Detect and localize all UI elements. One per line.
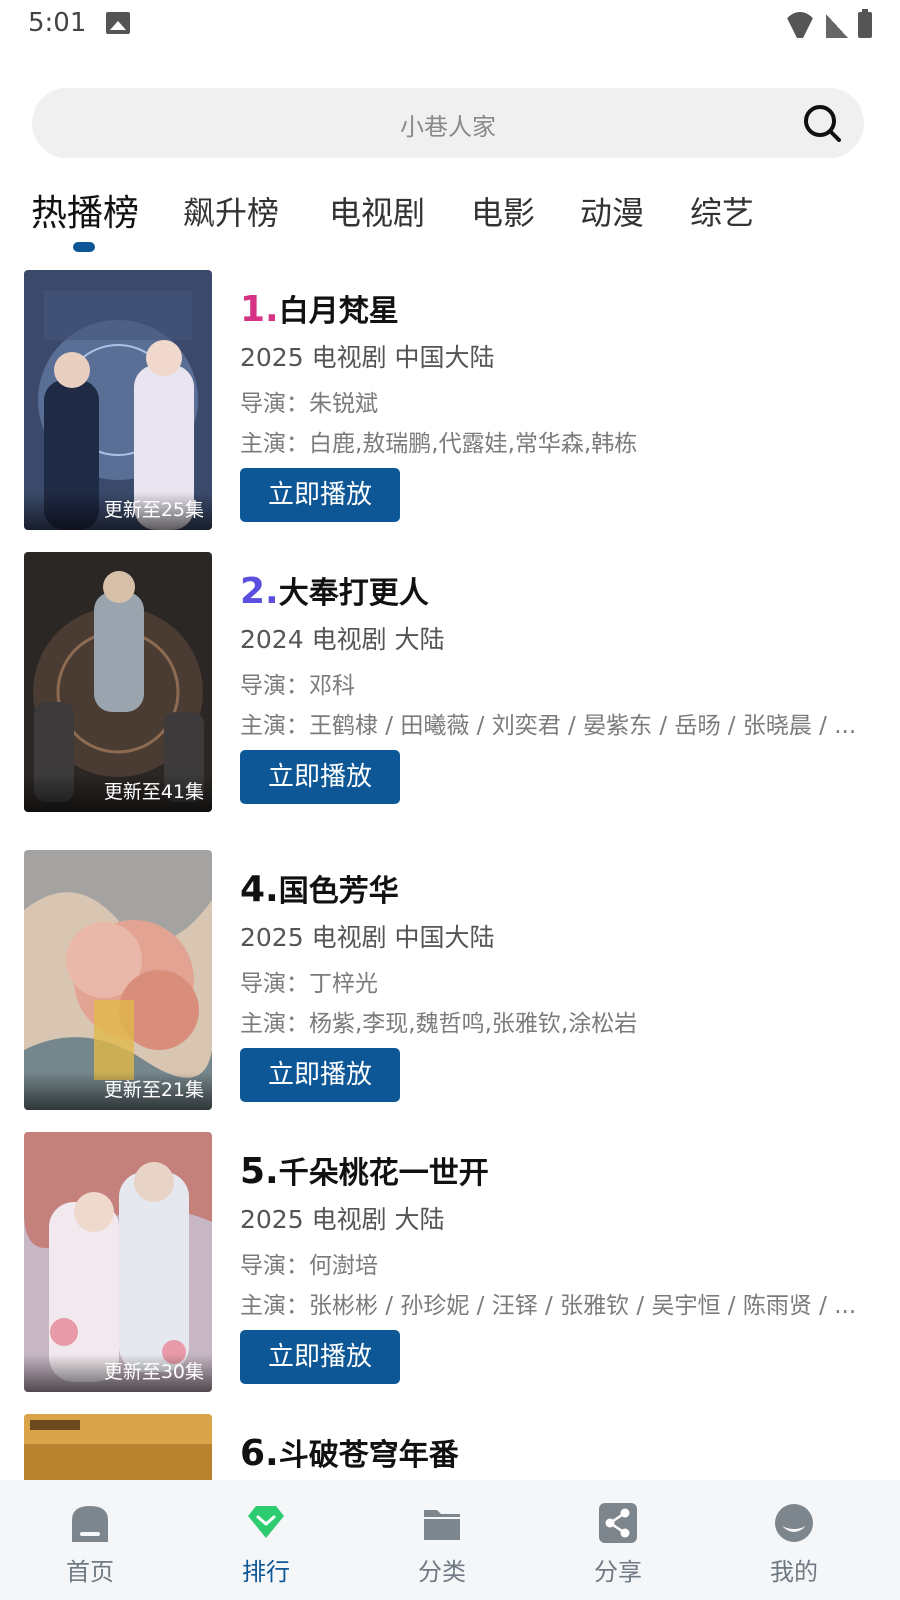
item-cast: 主演：王鹤棣 / 田曦薇 / 刘奕君 / 晏紫东 / 岳旸 / 张晓晨 / ..…	[240, 713, 857, 739]
play-button[interactable]: 立即播放	[240, 750, 400, 804]
poster-art	[24, 552, 212, 812]
episode-badge: 更新至30集	[103, 1361, 204, 1383]
tab-anime[interactable]: 动漫	[580, 188, 644, 234]
poster-image[interactable]	[24, 1414, 212, 1480]
list-item[interactable]: 更新至21集 4.国色芳华 2025 电视剧 中国大陆 导演：丁梓光 主演：杨紫…	[0, 850, 900, 1110]
bottom-nav: 首页 排行 分类 分享 我的	[0, 1480, 900, 1600]
home-icon	[72, 1506, 108, 1542]
status-icons	[784, 9, 872, 38]
tab-variety[interactable]: 综艺	[690, 188, 754, 234]
poster-image[interactable]: 更新至41集	[24, 552, 212, 812]
tab-rising[interactable]: 飙升榜	[183, 188, 279, 234]
episode-badge: 更新至41集	[103, 781, 204, 803]
nav-profile-label: 我的	[770, 1558, 818, 1586]
status-bar: 5:01	[0, 0, 900, 50]
list-item[interactable]: 更新至25集 1.白月梵星 2025 电视剧 中国大陆 导演：朱锐斌 主演：白鹿…	[0, 270, 900, 530]
tab-movie[interactable]: 电影	[471, 188, 535, 234]
title-text: 国色芳华	[278, 874, 399, 909]
item-director: 导演：丁梓光	[240, 971, 378, 997]
item-cast: 主演：杨紫,李现,魏哲鸣,张雅钦,涂松岩	[240, 1011, 638, 1037]
wifi-icon	[784, 12, 816, 38]
category-tabs: 热播榜 飙升榜 电视剧 电影 动漫 综艺	[0, 180, 900, 260]
item-title[interactable]: 5.千朵桃花一世开	[240, 1148, 489, 1192]
list-item[interactable]: 更新至41集 2.大奉打更人 2024 电视剧 大陆 导演：邓科 主演：王鹤棣 …	[0, 552, 900, 812]
search-icon[interactable]	[802, 103, 842, 143]
signal-icon	[826, 14, 848, 38]
battery-icon	[858, 9, 872, 38]
tab-hot[interactable]: 热播榜	[31, 184, 139, 236]
play-button[interactable]: 立即播放	[240, 1048, 400, 1102]
rank-number: 6.	[240, 1433, 279, 1474]
poster-image[interactable]: 更新至25集	[24, 270, 212, 530]
nav-rank-label: 排行	[242, 1558, 290, 1586]
nav-home[interactable]: 首页	[0, 1480, 180, 1600]
episode-badge: 更新至21集	[103, 1079, 204, 1101]
tab-tv[interactable]: 电视剧	[329, 188, 425, 234]
item-meta: 2025 电视剧 中国大陆	[240, 923, 495, 952]
item-director: 导演：朱锐斌	[240, 391, 378, 417]
poster-art	[24, 850, 212, 1110]
item-meta: 2025 电视剧 中国大陆	[240, 343, 495, 372]
poster-image[interactable]: 更新至30集	[24, 1132, 212, 1392]
item-title[interactable]: 2.大奉打更人	[240, 568, 429, 612]
title-text: 千朵桃花一世开	[278, 1156, 489, 1191]
item-director: 导演：邓科	[240, 673, 355, 699]
poster-art	[24, 1414, 212, 1480]
nav-profile[interactable]: 我的	[704, 1480, 884, 1600]
play-button[interactable]: 立即播放	[240, 468, 400, 522]
item-cast: 主演：白鹿,敖瑞鹏,代露娃,常华森,韩栋	[240, 431, 638, 457]
tab-indicator	[73, 242, 95, 252]
nav-category-label: 分类	[418, 1558, 466, 1586]
item-cast: 主演：张彬彬 / 孙珍妮 / 汪铎 / 张雅钦 / 吴宇恒 / 陈雨贤 / ..…	[240, 1293, 857, 1319]
poster-art	[24, 1132, 212, 1392]
rank-number: 1.	[240, 289, 279, 330]
list-item[interactable]: 6.斗破苍穹年番	[0, 1414, 900, 1480]
rank-number: 2.	[240, 571, 279, 612]
item-director: 导演：何澍培	[240, 1253, 378, 1279]
list-item[interactable]: 更新至30集 5.千朵桃花一世开 2025 电视剧 大陆 导演：何澍培 主演：张…	[0, 1132, 900, 1392]
search-input[interactable]: 小巷人家	[32, 88, 864, 158]
poster-art	[24, 270, 212, 530]
item-title[interactable]: 6.斗破苍穹年番	[240, 1430, 459, 1474]
nav-rank[interactable]: 排行	[176, 1480, 356, 1600]
item-meta: 2024 电视剧 大陆	[240, 625, 445, 654]
title-text: 白月梵星	[278, 294, 399, 329]
rank-number: 4.	[240, 869, 279, 910]
poster-image[interactable]: 更新至21集	[24, 850, 212, 1110]
share-icon	[599, 1503, 637, 1543]
item-title[interactable]: 1.白月梵星	[240, 286, 399, 330]
profile-icon	[775, 1504, 813, 1542]
search-placeholder: 小巷人家	[400, 113, 496, 141]
episode-badge: 更新至25集	[103, 499, 204, 521]
folder-icon	[424, 1510, 460, 1540]
status-time: 5:01	[28, 8, 87, 38]
item-meta: 2025 电视剧 大陆	[240, 1205, 445, 1234]
nav-share[interactable]: 分享	[528, 1480, 708, 1600]
image-notification-icon	[106, 12, 130, 34]
item-title[interactable]: 4.国色芳华	[240, 866, 399, 910]
nav-home-label: 首页	[66, 1558, 114, 1586]
nav-category[interactable]: 分类	[352, 1480, 532, 1600]
play-button[interactable]: 立即播放	[240, 1330, 400, 1384]
rank-icon	[248, 1506, 284, 1538]
title-text: 斗破苍穹年番	[278, 1438, 459, 1473]
nav-share-label: 分享	[594, 1558, 642, 1586]
rank-number: 5.	[240, 1151, 279, 1192]
title-text: 大奉打更人	[278, 576, 429, 611]
